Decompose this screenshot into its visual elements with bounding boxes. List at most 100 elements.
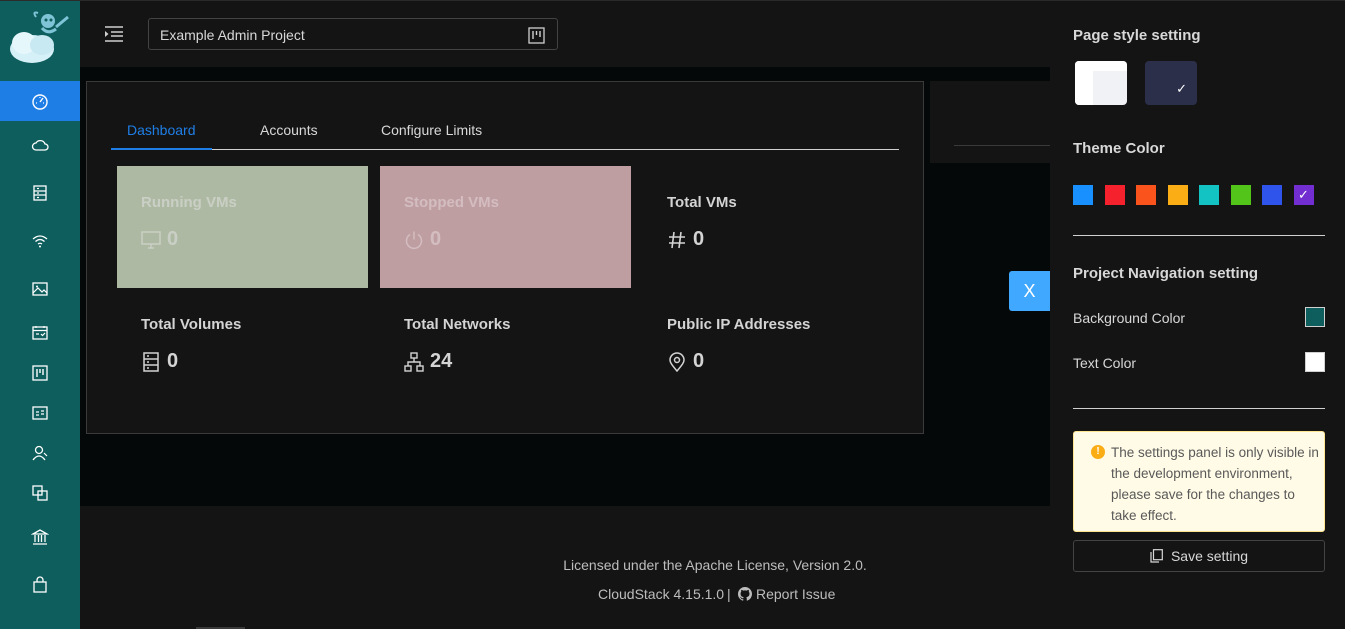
stat-value: 0 bbox=[167, 228, 179, 250]
stat-value-row: 24 bbox=[404, 350, 452, 373]
stat-value: 0 bbox=[693, 228, 705, 250]
settings-drawer: Page style setting ✓ Theme Color ✓ Proje… bbox=[1050, 1, 1345, 629]
stat-value-row: 0 bbox=[141, 228, 178, 251]
divider bbox=[954, 145, 1050, 146]
right-panel bbox=[930, 81, 1050, 163]
theme-color-swatch[interactable] bbox=[1167, 185, 1188, 205]
theme-color-swatch[interactable] bbox=[1104, 185, 1125, 205]
stat-label: Total VMs bbox=[667, 194, 737, 211]
divider bbox=[1073, 408, 1325, 409]
cloud-icon bbox=[31, 139, 49, 151]
sidebar-item-projects[interactable] bbox=[0, 353, 80, 393]
tab-bar: Dashboard Accounts Configure Limits bbox=[111, 115, 899, 150]
block-icon bbox=[32, 485, 48, 501]
stat-value-row: 0 bbox=[404, 228, 441, 251]
bg-color-label: Background Color bbox=[1073, 310, 1186, 326]
style-preview-sidebar bbox=[1075, 61, 1093, 105]
stat-total-volumes[interactable]: Total Volumes 0 bbox=[117, 288, 368, 410]
poweroff-icon bbox=[405, 231, 423, 249]
text-color-picker[interactable] bbox=[1305, 352, 1325, 372]
page-style-title: Page style setting bbox=[1073, 27, 1201, 44]
bg-color-picker[interactable] bbox=[1305, 307, 1325, 327]
stat-value-row: 0 bbox=[141, 350, 178, 373]
tab-active-indicator bbox=[111, 148, 212, 150]
project-select[interactable]: Example Admin Project bbox=[148, 18, 558, 50]
stat-label: Running VMs bbox=[141, 194, 237, 211]
stat-value: 0 bbox=[430, 228, 442, 250]
sidebar-item-infrastructure[interactable] bbox=[0, 517, 80, 557]
style-dark-option[interactable]: ✓ bbox=[1145, 61, 1197, 105]
theme-color-swatch[interactable] bbox=[1262, 185, 1282, 205]
stat-value: 0 bbox=[693, 350, 705, 372]
copy-icon bbox=[1150, 549, 1163, 563]
dashboard-card: Dashboard Accounts Configure Limits Runn… bbox=[86, 81, 924, 434]
stat-value: 24 bbox=[430, 350, 453, 372]
desktop-icon bbox=[141, 230, 161, 249]
schedule-icon bbox=[32, 326, 48, 340]
stat-value-row: 0 bbox=[667, 350, 704, 373]
tab-configure-limits[interactable]: Configure Limits bbox=[381, 122, 482, 138]
github-icon bbox=[738, 587, 752, 601]
stat-label: Public IP Addresses bbox=[667, 316, 811, 333]
main-content: Dashboard Accounts Configure Limits Runn… bbox=[80, 67, 1050, 506]
app-root: Example Admin Project Dashboard Accounts… bbox=[0, 0, 1345, 629]
sidebar-item-compute[interactable] bbox=[0, 125, 80, 165]
cloudstack-logo[interactable] bbox=[6, 7, 74, 67]
top-header: Example Admin Project bbox=[80, 1, 1050, 67]
shopping-icon bbox=[33, 576, 47, 593]
sidebar-item-network[interactable] bbox=[0, 221, 80, 261]
sidebar-item-storage[interactable] bbox=[0, 173, 80, 213]
picture-icon bbox=[32, 282, 48, 296]
stat-value: 0 bbox=[167, 350, 179, 372]
theme-color-swatch[interactable] bbox=[1073, 185, 1093, 205]
user-icon bbox=[32, 445, 48, 461]
alert-message: The settings panel is only visible in th… bbox=[1111, 445, 1319, 523]
tab-accounts[interactable]: Accounts bbox=[260, 122, 318, 138]
project-icon bbox=[32, 365, 48, 381]
save-setting-button[interactable]: Save setting bbox=[1073, 540, 1325, 572]
menu-unfold-icon[interactable] bbox=[104, 25, 124, 43]
stat-public-ips[interactable]: Public IP Addresses 0 bbox=[643, 288, 894, 410]
theme-color-swatch[interactable] bbox=[1199, 185, 1219, 205]
stat-total-vms[interactable]: Total VMs 0 bbox=[643, 166, 894, 288]
sidebar-item-offerings[interactable] bbox=[0, 565, 80, 605]
report-issue-label: Report Issue bbox=[756, 586, 836, 602]
dev-warning-alert: ! The settings panel is only visible in … bbox=[1073, 431, 1325, 532]
project-select-value: Example Admin Project bbox=[160, 27, 305, 43]
stat-stopped-vms[interactable]: Stopped VMs 0 bbox=[380, 166, 631, 288]
check-icon: ✓ bbox=[1298, 187, 1309, 202]
sidebar-item-roles[interactable] bbox=[0, 393, 80, 433]
version-text: CloudStack 4.15.1.0 bbox=[598, 586, 725, 602]
environment-icon bbox=[669, 351, 685, 372]
theme-color-swatch[interactable] bbox=[1230, 185, 1251, 205]
tab-dashboard[interactable]: Dashboard bbox=[127, 122, 196, 138]
stat-value-row: 0 bbox=[667, 228, 704, 251]
sidebar-item-dashboard[interactable] bbox=[0, 81, 80, 121]
theme-color-swatch[interactable]: ✓ bbox=[1293, 185, 1314, 205]
bank-icon bbox=[31, 529, 49, 545]
stat-running-vms[interactable]: Running VMs 0 bbox=[117, 166, 368, 288]
sidebar-item-accounts[interactable] bbox=[0, 433, 80, 473]
project-icon bbox=[528, 27, 545, 44]
database-icon bbox=[143, 351, 159, 372]
sidebar-item-domains[interactable] bbox=[0, 473, 80, 513]
cluster-icon bbox=[404, 351, 424, 372]
style-light-option[interactable] bbox=[1075, 61, 1127, 105]
divider bbox=[1073, 235, 1325, 236]
sidebar-item-events[interactable] bbox=[0, 313, 80, 353]
dashboard-icon bbox=[32, 94, 48, 110]
close-settings-button[interactable]: X bbox=[1009, 271, 1050, 311]
footer: Licensed under the Apache License, Versi… bbox=[80, 506, 1050, 629]
theme-color-swatch[interactable] bbox=[1136, 185, 1156, 205]
stat-label: Stopped VMs bbox=[404, 194, 500, 211]
wifi-icon bbox=[32, 235, 48, 248]
stat-total-networks[interactable]: Total Networks 24 bbox=[380, 288, 631, 410]
idcard-icon bbox=[32, 406, 48, 420]
nav-setting-title: Project Navigation setting bbox=[1073, 265, 1259, 282]
exclamation-icon: ! bbox=[1091, 445, 1105, 459]
save-setting-label: Save setting bbox=[1170, 548, 1249, 564]
stat-label: Total Volumes bbox=[141, 316, 242, 333]
stat-label: Total Networks bbox=[404, 316, 511, 333]
sidebar-item-images[interactable] bbox=[0, 269, 80, 309]
report-issue-link[interactable]: Report Issue bbox=[738, 586, 835, 602]
